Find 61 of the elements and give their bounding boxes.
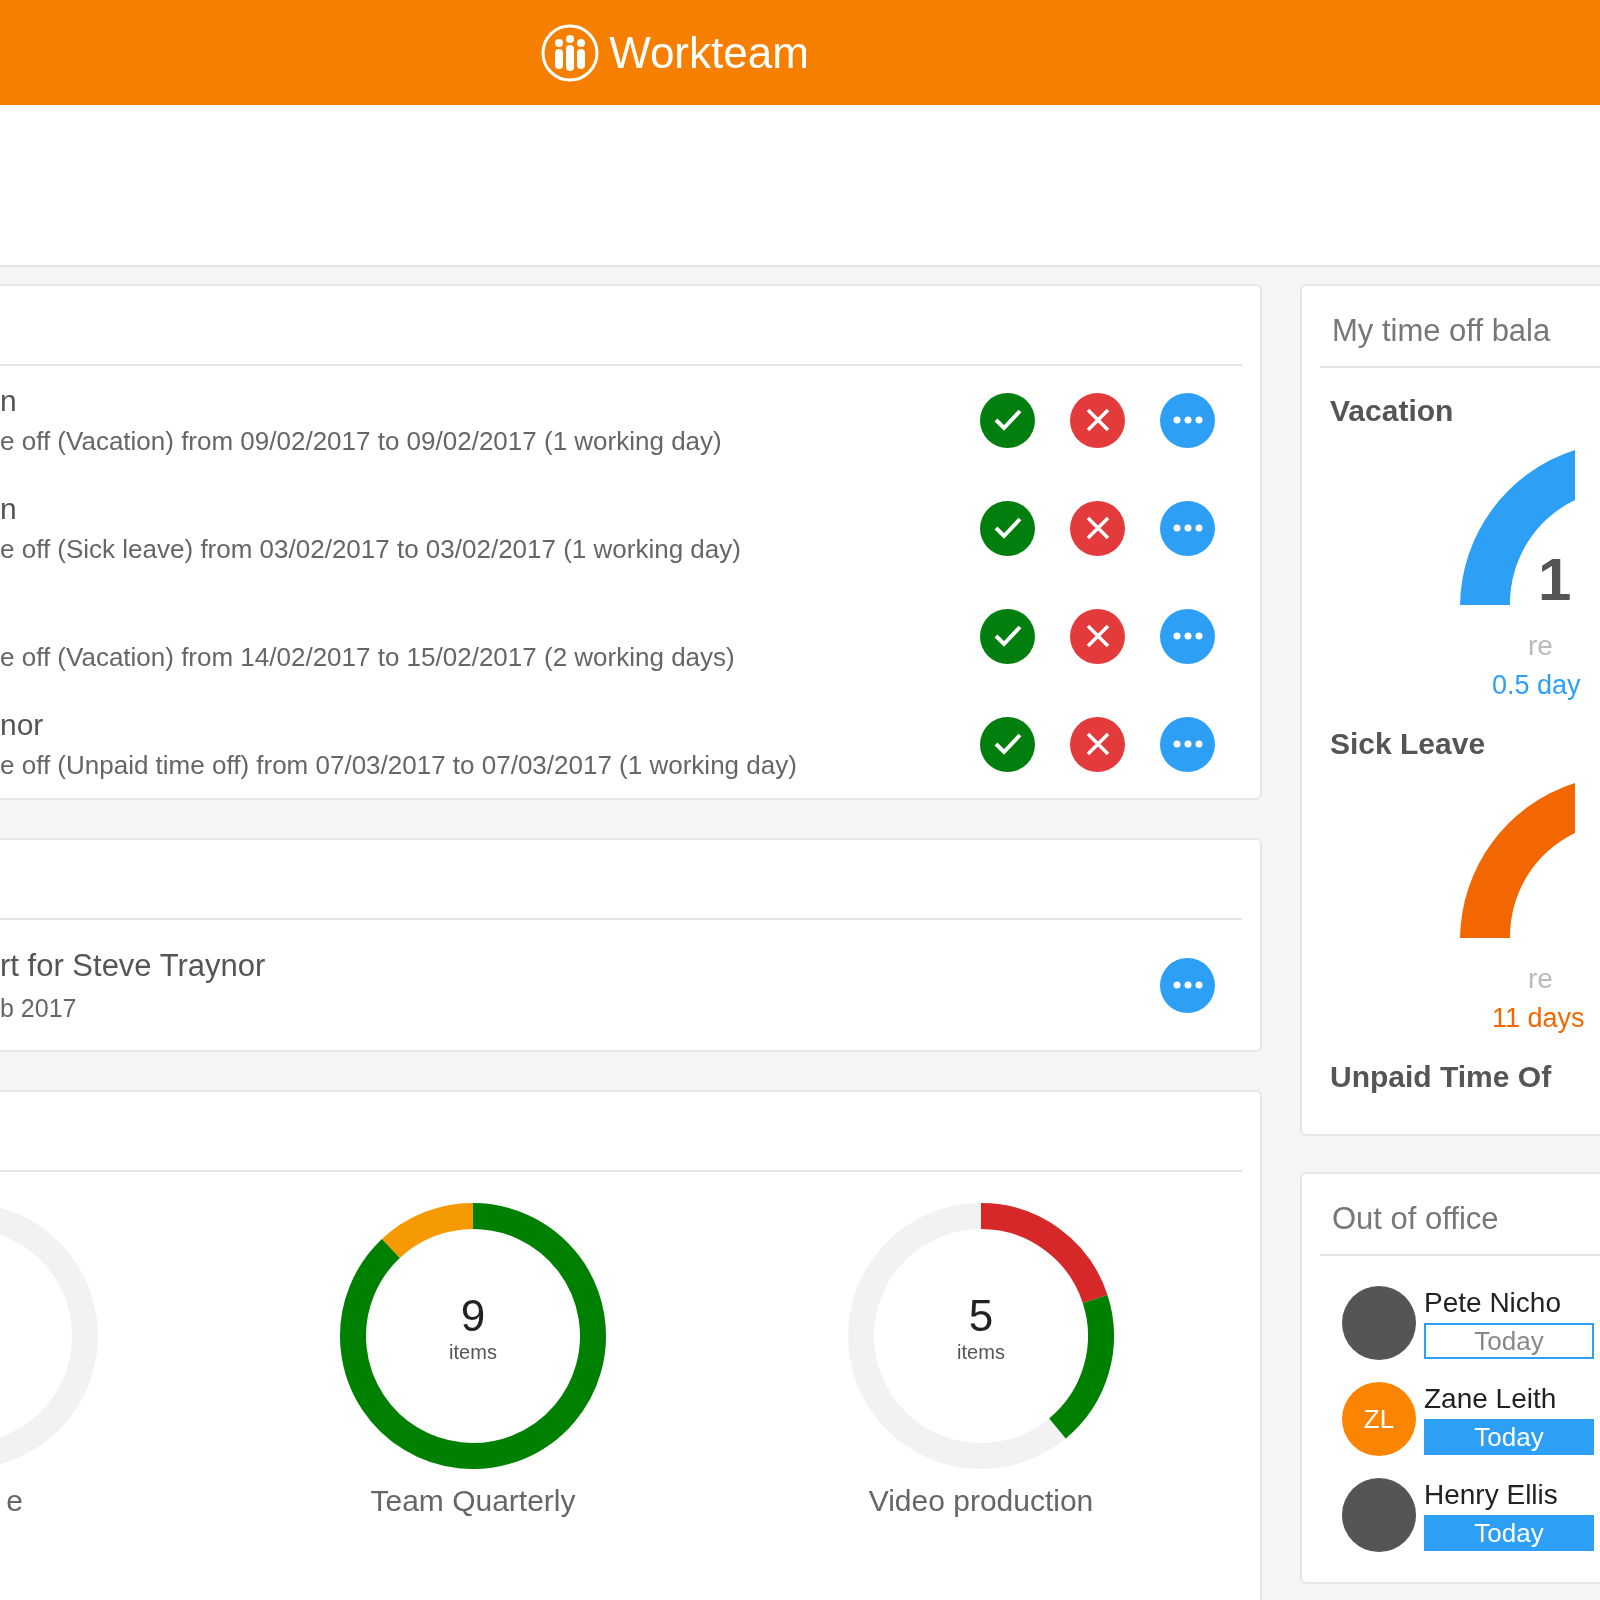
card-title: My time off bala (1320, 286, 1600, 368)
date-badge: Today (1424, 1419, 1594, 1455)
card-title: Out of office (1320, 1174, 1600, 1256)
item-count: 9 (460, 1291, 486, 1341)
more-icon (1172, 524, 1203, 532)
reject-button[interactable] (1070, 608, 1125, 664)
approve-button[interactable] (980, 716, 1035, 772)
avatar: ZL (1342, 1382, 1416, 1456)
close-icon (1084, 515, 1111, 541)
more-icon (1172, 740, 1203, 748)
leave-type: Sick Leave (1330, 727, 1487, 761)
project-name: Video production (868, 1484, 1094, 1518)
remaining-value: 1 (1538, 545, 1572, 614)
request-detail: e off (Unpaid time off) from 07/03/2017 to 07/03/2017 (1 working day) (0, 749, 798, 781)
item-unit: items (957, 1341, 1005, 1364)
more-icon (1172, 416, 1203, 424)
reject-button[interactable] (1070, 500, 1125, 556)
more-button[interactable] (1160, 392, 1215, 448)
more-button[interactable] (1160, 716, 1215, 772)
check-icon (992, 408, 1023, 432)
date-badge: Today (1424, 1515, 1594, 1551)
request-title: n (0, 491, 18, 527)
remaining-caption: re (1528, 630, 1554, 662)
more-button[interactable] (1160, 500, 1215, 556)
person-name: Pete Nicho (1424, 1287, 1562, 1319)
request-title: nor (0, 707, 45, 743)
check-icon (992, 624, 1023, 648)
project-name: e (6, 1484, 24, 1518)
person-name: Zane Leith (1424, 1383, 1558, 1415)
item-unit: items (449, 1341, 497, 1364)
project-name: Team Quarterly (370, 1484, 576, 1518)
reject-button[interactable] (1070, 392, 1125, 448)
used-days: 11 days (1492, 1003, 1600, 1034)
approve-button[interactable] (980, 500, 1035, 556)
close-icon (1084, 407, 1111, 433)
check-icon (992, 732, 1023, 756)
leave-type: Unpaid Time Of (1330, 1060, 1553, 1094)
person-name: Henry Ellis (1424, 1479, 1559, 1511)
approve-button[interactable] (980, 608, 1035, 664)
report-title: rt for Steve Traynor (0, 947, 267, 985)
request-detail: e off (Vacation) from 09/02/2017 to 09/02/2017 (1 working day) (0, 425, 723, 457)
request-title: n (0, 383, 18, 419)
more-button[interactable] (1160, 957, 1215, 1013)
more-icon (1172, 632, 1203, 640)
close-icon (1084, 623, 1111, 649)
request-detail: e off (Vacation) from 14/02/2017 to 15/02/2017 (2 working days) (0, 641, 736, 673)
leave-type: Vacation (1330, 394, 1455, 428)
close-icon (1084, 731, 1111, 757)
check-icon (992, 516, 1023, 540)
approve-button[interactable] (980, 392, 1035, 448)
request-detail: e off (Sick leave) from 03/02/2017 to 03/02/2017 (1 working day) (0, 533, 742, 565)
used-days: 0.5 day (1492, 670, 1600, 701)
remaining-caption: re (1528, 963, 1554, 995)
date-badge: Today (1424, 1323, 1594, 1359)
more-button[interactable] (1160, 608, 1215, 664)
team-logo-icon (541, 23, 600, 82)
more-icon (1172, 981, 1203, 989)
report-date: b 2017 (0, 993, 78, 1023)
reject-button[interactable] (1070, 716, 1125, 772)
app-title: Workteam (609, 27, 809, 78)
item-count: 5 (968, 1291, 994, 1341)
